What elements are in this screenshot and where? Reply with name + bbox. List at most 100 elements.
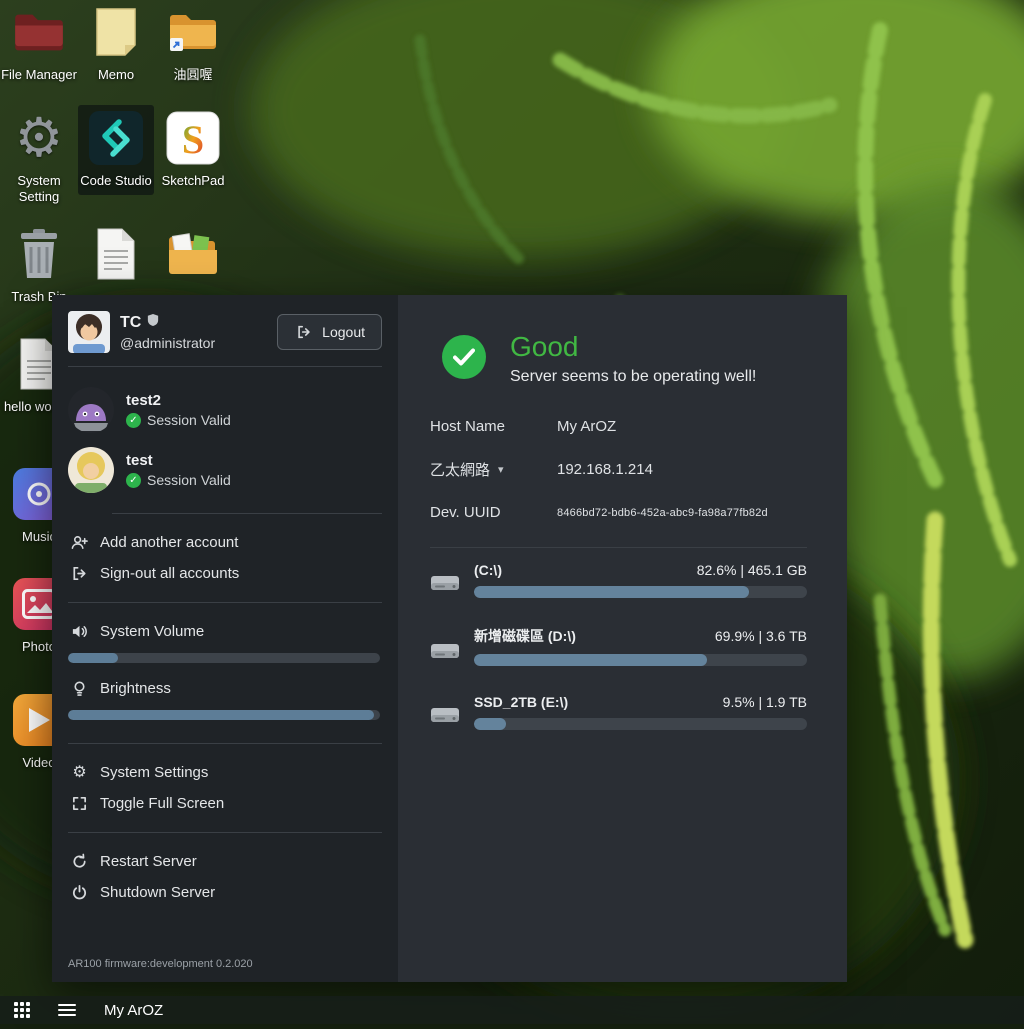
menu-item-label: Toggle Full Screen <box>100 795 224 812</box>
divider <box>430 547 807 548</box>
disk-usage-fill <box>474 654 707 666</box>
desktop-icon-memo[interactable]: Memo <box>78 2 154 83</box>
speaker-icon <box>70 623 89 640</box>
add-user-icon <box>70 534 89 551</box>
svg-text:S: S <box>182 117 204 162</box>
desktop-icon-label: Video <box>22 755 55 771</box>
account-info: test2 ✓ Session Valid <box>126 392 231 428</box>
desktop-icon-file-manager[interactable]: File Manager <box>1 2 77 83</box>
account-avatar <box>68 387 114 433</box>
chevron-down-icon: ▾ <box>498 463 504 476</box>
taskbar-title: My ArOZ <box>104 1002 163 1019</box>
desktop-icon-code-studio[interactable]: Code Studio <box>78 105 154 195</box>
info-value-ip: 192.168.1.214 <box>557 461 807 478</box>
menu-item-label: Restart Server <box>100 853 197 870</box>
desktop-icon-folder-shortcut[interactable]: 油圓喔 <box>155 2 231 83</box>
session-valid-check-icon: ✓ <box>126 473 141 488</box>
menu-item-label: System Settings <box>100 764 208 781</box>
restart-icon <box>70 853 89 870</box>
taskbar: My ArOZ <box>0 996 1024 1024</box>
disk-row-d: 新增磁碟區 (D:\) 69.9% | 3.6 TB <box>430 626 807 666</box>
account-name: test2 <box>126 392 231 409</box>
user-header: TC @administrator Logout <box>68 311 382 353</box>
desktop-icon-sketchpad[interactable]: S SketchPad <box>155 108 231 189</box>
desktop-icon-system-setting[interactable]: ⚙ System Setting <box>1 108 77 206</box>
user-identity: TC @administrator <box>120 313 215 351</box>
disk-usage-bar <box>474 654 807 666</box>
status-title: Good <box>510 331 756 363</box>
user-name: TC <box>120 314 141 332</box>
slider-label: System Volume <box>100 623 204 640</box>
menu-item-signout-all[interactable]: Sign-out all accounts <box>68 558 382 589</box>
shield-icon <box>147 313 159 332</box>
user-status-panel: TC @administrator Logout test2 ✓ Session… <box>52 295 847 982</box>
volume-slider-fill <box>68 653 118 663</box>
disk-usage-fill <box>474 586 749 598</box>
fullscreen-icon <box>70 795 89 812</box>
desktop-icon-label: Music <box>22 529 56 545</box>
disk-row-c: (C:\) 82.6% | 465.1 GB <box>430 562 807 598</box>
brightness-label-row: Brightness <box>68 673 382 704</box>
session-valid-check-icon: ✓ <box>126 413 141 428</box>
divider <box>68 832 382 833</box>
user-menu: TC @administrator Logout test2 ✓ Session… <box>52 295 398 982</box>
network-interface-dropdown[interactable]: 乙太網路 ▾ <box>430 459 557 480</box>
account-name: test <box>126 452 231 469</box>
sketchpad-icon: S <box>166 108 220 168</box>
bulb-icon <box>70 680 89 697</box>
account-row-test2[interactable]: test2 ✓ Session Valid <box>68 380 382 440</box>
desktop-icon-label: Memo <box>98 67 134 83</box>
slider-label: Brightness <box>100 680 171 697</box>
sign-out-icon <box>294 324 313 340</box>
divider <box>68 366 382 367</box>
code-studio-icon <box>88 108 144 168</box>
disk-usage: 9.5% | 1.9 TB <box>723 694 807 710</box>
desktop-icon-trash-bin[interactable]: Trash Bin <box>1 224 77 305</box>
status-message: Server seems to be operating well! <box>510 368 756 386</box>
status-text: Good Server seems to be operating well! <box>510 331 756 386</box>
menu-button[interactable] <box>58 1004 76 1016</box>
disk-usage-bar <box>474 586 807 598</box>
user-avatar <box>68 311 110 353</box>
desktop-icon-label: Photo <box>22 639 56 655</box>
info-label-hostname: Host Name <box>430 418 557 435</box>
gear-icon: ⚙ <box>15 108 63 168</box>
session-status: Session Valid <box>147 472 231 488</box>
desktop-icon-document[interactable] <box>78 224 154 284</box>
disk-name: (C:\) <box>474 562 502 578</box>
menu-item-system-settings[interactable]: ⚙ System Settings <box>68 757 382 788</box>
brightness-slider-fill <box>68 710 374 720</box>
info-label-network: 乙太網路 <box>430 459 490 480</box>
menu-item-label: Add another account <box>100 534 238 551</box>
firmware-version: AR100 firmware:development 0.2.020 <box>68 950 382 972</box>
volume-slider[interactable] <box>68 653 380 663</box>
file-manager-icon <box>13 2 65 62</box>
disk-usage: 69.9% | 3.6 TB <box>715 628 807 644</box>
menu-item-add-account[interactable]: Add another account <box>68 527 382 558</box>
user-handle: @administrator <box>120 335 215 351</box>
app-grid-button[interactable] <box>14 1002 30 1018</box>
desktop-icon-label: 油圓喔 <box>173 67 212 83</box>
info-label-uuid: Dev. UUID <box>430 504 557 521</box>
menu-item-shutdown-server[interactable]: Shutdown Server <box>68 877 382 908</box>
menu-item-restart-server[interactable]: Restart Server <box>68 846 382 877</box>
menu-item-label: Shutdown Server <box>100 884 215 901</box>
memo-icon <box>93 2 139 62</box>
divider <box>68 602 382 603</box>
system-volume-label-row: System Volume <box>68 616 382 647</box>
folder-shortcut-icon <box>167 2 219 62</box>
disk-usage-fill <box>474 718 506 730</box>
desktop-icon-folder-files[interactable] <box>155 224 231 284</box>
disk-usage: 82.6% | 465.1 GB <box>697 562 807 578</box>
menu-item-toggle-fullscreen[interactable]: Toggle Full Screen <box>68 788 382 819</box>
gear-icon: ⚙ <box>70 765 89 781</box>
logout-button[interactable]: Logout <box>277 314 382 350</box>
hdd-icon <box>430 640 460 666</box>
disk-name: SSD_2TB (E:\) <box>474 694 568 710</box>
brightness-slider[interactable] <box>68 710 380 720</box>
sign-out-icon <box>70 565 89 582</box>
server-info: Host Name My ArOZ 乙太網路 ▾ 192.168.1.214 D… <box>430 418 807 521</box>
account-row-test[interactable]: test ✓ Session Valid <box>68 440 382 500</box>
desktop-icon-label: System Setting <box>1 173 77 206</box>
info-value-hostname: My ArOZ <box>557 418 807 435</box>
